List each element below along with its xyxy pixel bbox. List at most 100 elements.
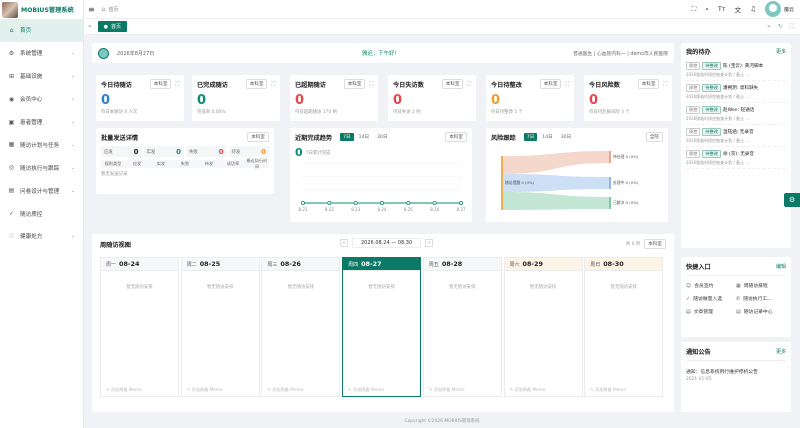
notification-bell-icon[interactable]: ♫ <box>750 5 756 13</box>
todo-more-link[interactable]: 更多 <box>776 48 786 55</box>
notice-more-link[interactable]: 更多 <box>776 348 786 355</box>
day-column[interactable]: 周二 08-25 暂无随访安排 ✎ 添加周备 Memo <box>180 257 260 397</box>
welcome-bar: 2026年8月27日 雅迟，下午好! 普通医生 | 心血管内科一 | demo市… <box>92 43 674 63</box>
todo-item[interactable]: 质控 待整改 赵Wen: 轻通话 2026版临时质控抽查计划 / 截止 ... <box>686 103 786 125</box>
next-week-button[interactable]: › <box>425 239 434 247</box>
quick-entry-5[interactable]: ▤ 随访记录中心 <box>736 308 786 316</box>
quick-entry-3[interactable]: ✆ 随访执行工... <box>736 295 786 303</box>
sidebar-item-4[interactable]: ▣ 患者管理 ⌄ <box>0 111 83 134</box>
range-tab-1[interactable]: 14日 <box>539 133 555 141</box>
risk-scope-select[interactable]: 全院 <box>645 132 663 142</box>
todo-item-title: 陈 (宝云): 黄河脚本 <box>722 64 764 69</box>
sidebar-item-label: 首页 <box>20 28 32 35</box>
expand-icon[interactable]: ⛶ <box>369 81 373 87</box>
sidebar-item-label: 健康处方 <box>20 234 43 241</box>
quick-entry-0[interactable]: ☺ 会员签约 <box>686 282 736 290</box>
day-column[interactable]: 周三 08-26 暂无随访安排 ✎ 添加周备 Memo <box>261 257 341 397</box>
sidebar-item-2[interactable]: ⊞ 基础设施 ⌄ <box>0 65 83 88</box>
stat-scope-select[interactable]: 本科室 <box>539 79 562 89</box>
range-tab-1[interactable]: 14日 <box>356 133 372 141</box>
tabs-scroll-right-icon[interactable]: » <box>767 23 771 30</box>
batch-metric: 失败 0 <box>186 146 227 157</box>
trend-title: 近期完成趋势 <box>295 134 333 142</box>
stat-scope-select[interactable]: 本科室 <box>637 79 660 89</box>
sidebar-item-label: 系统管理 <box>20 51 43 58</box>
batch-scope-select[interactable]: 本科室 <box>247 132 269 142</box>
day-column[interactable]: 周五 08-28 暂无随访安排 ✎ 添加周备 Memo <box>422 257 502 397</box>
batch-empty: 暂无发送记录 <box>101 172 128 177</box>
quick-edit-link[interactable]: 编辑 <box>776 263 786 270</box>
todo-item-title: 温钰涵: 无录音 <box>722 130 754 135</box>
tabs-scroll-left-icon[interactable]: « <box>88 23 92 30</box>
todo-item[interactable]: 质控 待整改陈 (宝云): 黄河脚本 2026版临时质控抽查计划 / 截止 ... <box>686 59 786 81</box>
sidebar-item-8[interactable]: ✓ 随访质控 <box>0 202 83 225</box>
todo-item[interactable]: 质控 待整改 温钰涵: 无录音 2026版临时质控抽查计划 / 截止 ... <box>686 125 786 147</box>
expand-icon[interactable]: ⛶ <box>271 81 275 87</box>
sidebar-item-6[interactable]: ◎ 随访执行与跟踪 ⌄ <box>0 156 83 179</box>
day-column[interactable]: 周六 08-29 暂无随访安排 ✎ 添加周备 Memo <box>503 257 583 397</box>
todo-card: 我的待办 更多 质控 待整改陈 (宝云): 黄河脚本 2026版临时质控抽查计划 /… <box>681 43 791 248</box>
stat-scope-select[interactable]: 本科室 <box>343 79 366 89</box>
stat-scope-select[interactable]: 本科室 <box>245 79 268 89</box>
add-memo-link[interactable]: ✎ 添加周备 Memo <box>187 387 223 393</box>
add-memo-link[interactable]: ✎ 添加周备 Memo <box>267 387 303 393</box>
trend-scope-select[interactable]: 本科室 <box>445 132 467 142</box>
todo-type-tag: 质控 <box>686 106 701 114</box>
risk-sankey-chart: 待处理 0 (0%) 处理中 0 (0%) 已解决 0 (0%) 随访提醒 0 (0%… <box>501 151 639 210</box>
add-memo-link[interactable]: ✎ 添加周备 Memo <box>590 387 626 393</box>
expand-icon[interactable]: ⛶ <box>175 81 179 87</box>
language-icon[interactable]: 文 <box>735 4 742 14</box>
expand-icon[interactable]: ⛶ <box>663 81 667 87</box>
day-column[interactable]: 周日 08-30 暂无随访安排 ✎ 添加周备 Memo <box>584 257 664 397</box>
sidebar-item-5[interactable]: ▦ 随访计划与任务 ⌄ <box>0 133 83 156</box>
todo-item-desc: 2026版临时质控抽查计划 / 截止 ... <box>686 116 750 121</box>
stat-scope-select[interactable]: 本科室 <box>441 79 464 89</box>
range-tab-0[interactable]: 7日 <box>523 133 538 141</box>
trend-x-tick: 8.27 <box>457 207 466 212</box>
notice-text[interactable]: 通知：信息系统例行维护停机公告 <box>686 368 786 375</box>
calendar-icon: ▦ <box>8 141 15 149</box>
breadcrumb[interactable]: 首页 <box>109 6 119 13</box>
sidebar-item-1[interactable]: ⚙ 系统管理 ⌄ <box>0 42 83 65</box>
add-memo-link[interactable]: ✎ 添加周备 Memo <box>106 387 142 393</box>
fullscreen-icon[interactable]: ⛶ <box>692 5 697 14</box>
todo-status-tag: 待整改 <box>702 106 721 114</box>
tab-home[interactable]: ● 首页 <box>97 21 128 32</box>
font-size-icon[interactable]: Tт <box>718 5 726 13</box>
stat-scope-select[interactable]: 本科室 <box>149 79 172 89</box>
sidebar-item-0[interactable]: ⌂ 首页 <box>0 19 83 42</box>
risk-target-label: 处理中 0 (0%) <box>613 180 639 185</box>
todo-item[interactable]: 质控 待整改徐 (京): 无录音 2026版临时质控抽查计划 / 截止 ... <box>686 147 786 169</box>
user-icon: ◉ <box>8 95 15 103</box>
app-title: MOBIUS管理系统 <box>21 7 74 14</box>
search-icon[interactable]: ⌕ <box>705 5 709 14</box>
day-column[interactable]: 周四 08-27 暂无随访安排 ✎ 添加周备 Memo <box>342 257 422 397</box>
prev-week-button[interactable]: ‹ <box>340 239 348 247</box>
add-memo-link[interactable]: ✎ 添加周备 Memo <box>510 387 546 393</box>
expand-icon[interactable]: ⛶ <box>467 81 471 87</box>
week-scope-select[interactable]: 本科室 <box>644 239 666 249</box>
todo-item[interactable]: 质控 待整改 潘朔玥: 肾科缺失 2026版临时质控抽查计划 / 截止 ... <box>686 81 786 103</box>
menu-toggle-icon[interactable]: ≡ <box>88 5 95 14</box>
range-tab-2[interactable]: 30日 <box>374 133 390 141</box>
avatar[interactable] <box>764 1 781 17</box>
quick-entry-4[interactable]: ▤ 文章管理 <box>686 308 736 316</box>
username[interactable]: 魔云 <box>784 6 794 13</box>
add-memo-link[interactable]: ✎ 添加周备 Memo <box>348 387 384 393</box>
refresh-icon[interactable]: ↻ <box>778 23 783 30</box>
sidebar-item-3[interactable]: ◉ 会员中心 ⌄ <box>0 88 83 111</box>
todo-title: 我的待办 <box>686 49 711 56</box>
sidebar-item-label: 基础设施 <box>20 74 43 81</box>
fullscreen-tab-icon[interactable]: ⛶ <box>790 23 794 31</box>
range-tab-0[interactable]: 7日 <box>340 133 354 141</box>
quick-entry-2[interactable]: ✓ 随访做量入选 <box>686 295 736 303</box>
sidebar-item-7[interactable]: ▤ 问卷设计与管理 ⌄ <box>0 179 83 202</box>
expand-icon[interactable]: ⛶ <box>565 81 569 87</box>
quick-entry-1[interactable]: ▦ 周随访排程 <box>736 282 786 290</box>
week-range: 2026.08.24 — 08.30 <box>352 238 422 248</box>
day-column[interactable]: 周一 08-24 暂无随访安排 ✎ 添加周备 Memo <box>100 257 179 397</box>
sidebar-item-9[interactable]: ♡ 健康处方 ⌄ <box>0 225 83 248</box>
add-memo-link[interactable]: ✎ 添加周备 Memo <box>429 387 465 393</box>
range-tab-2[interactable]: 30日 <box>558 133 574 141</box>
settings-float-button[interactable]: ⚙ <box>784 193 800 207</box>
